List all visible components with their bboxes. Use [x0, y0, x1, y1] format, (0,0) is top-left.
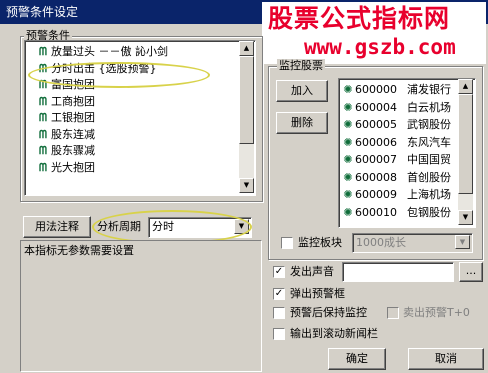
watermark-text: 股票公式指标网	[268, 4, 451, 33]
condition-item[interactable]: ᗰ 股东连减	[35, 127, 235, 144]
formula-icon: ᗰ	[39, 160, 47, 174]
stock-name: 东风汽车	[407, 135, 451, 149]
stock-name: 中国国贸	[407, 153, 451, 166]
stock-name: 上海机场	[407, 188, 451, 201]
stock-item[interactable]: ✺ 600007 中国国贸	[341, 151, 459, 169]
stock-name: 白云机场	[407, 100, 451, 114]
stock-name: 包钢股份	[407, 205, 451, 219]
highlight-ellipse	[28, 62, 210, 88]
sound-file-input[interactable]	[342, 262, 454, 282]
condition-label: 工银抱团	[51, 111, 95, 124]
stock-code: 600006	[355, 135, 397, 149]
watermark-url: www.gszb.com	[304, 35, 456, 59]
stock-code: 600004	[355, 100, 397, 114]
conditions-scrollbar[interactable]: ▲ ▼	[239, 41, 254, 193]
formula-icon: ᗰ	[39, 111, 47, 124]
formula-icon: ᗰ	[39, 45, 47, 58]
condition-label: 放量过头 －－傲 訫小剑	[51, 45, 168, 58]
stock-bullet-icon: ✺	[343, 135, 353, 149]
scroll-news-checkbox[interactable]	[273, 328, 285, 340]
condition-label: 股东连减	[51, 127, 95, 141]
stock-item[interactable]: ✺ 600000 浦发银行	[341, 81, 459, 99]
cancel-button[interactable]: 取消	[408, 348, 484, 370]
stock-bullet-icon: ✺	[343, 100, 353, 114]
description-text: 本指标无参数需要设置	[24, 244, 134, 257]
stock-item[interactable]: ✺ 600009 上海机场	[341, 186, 459, 204]
condition-label: 光大抱团	[51, 160, 95, 174]
sector-value: 1000成长	[356, 236, 406, 249]
condition-item[interactable]: ᗰ 光大抱团	[35, 160, 235, 177]
ok-button[interactable]: 确定	[328, 348, 386, 370]
stock-bullet-icon: ✺	[343, 205, 353, 219]
keep-monitor-label: 预警后保持监控	[290, 306, 367, 319]
condition-label: 工商抱团	[51, 94, 95, 108]
stock-name: 武钢股份	[407, 118, 451, 131]
add-stock-button[interactable]: 加入	[276, 80, 328, 102]
stock-items: ✺ 600000 浦发银行 ✺ 600004 白云机场 ✺ 600005 武钢股份 ✺ 600006…	[341, 81, 459, 221]
formula-icon: ᗰ	[39, 127, 47, 141]
popup-checkbox[interactable]: ✓	[273, 288, 285, 300]
condition-item[interactable]: ᗰ 工商抱团	[35, 94, 235, 111]
window-title: 预警条件设定	[6, 5, 79, 19]
stock-bullet-icon: ✺	[343, 83, 353, 96]
condition-item[interactable]: ᗰ 工银抱团	[35, 110, 235, 127]
formula-icon: ᗰ	[39, 144, 47, 157]
stock-item[interactable]: ✺ 600008 首创股份	[341, 169, 459, 187]
stock-name: 浦发银行	[407, 83, 451, 96]
sector-select[interactable]: 1000成长 ▼	[352, 233, 473, 253]
stock-bullet-icon: ✺	[343, 153, 353, 166]
chevron-down-icon[interactable]: ▼	[455, 235, 470, 249]
stock-item[interactable]: ✺ 600010 包钢股份	[341, 204, 459, 222]
stock-item[interactable]: ✺ 600004 白云机场	[341, 99, 459, 117]
description-panel: 本指标无参数需要设置	[20, 240, 262, 372]
scroll-thumb[interactable]	[239, 56, 254, 144]
condition-item[interactable]: ᗰ 股东骤减	[35, 143, 235, 160]
browse-button[interactable]: ...	[459, 262, 483, 282]
stock-item[interactable]: ✺ 600005 武钢股份	[341, 116, 459, 134]
sector-check-label: 监控板块	[298, 236, 342, 249]
remove-stock-button[interactable]: 删除	[276, 112, 328, 134]
sell-alert-label: 卖出预警T+0	[403, 306, 470, 319]
condition-label: 股东骤减	[51, 144, 95, 157]
monitor-group-label: 监控股票	[277, 59, 325, 73]
formula-icon: ᗰ	[39, 94, 47, 108]
scroll-down-icon[interactable]: ▼	[458, 210, 473, 225]
sector-checkbox[interactable]	[281, 237, 293, 249]
stock-bullet-icon: ✺	[343, 118, 353, 131]
stock-name: 首创股份	[407, 170, 451, 184]
stock-bullet-icon: ✺	[343, 170, 353, 184]
scroll-up-icon[interactable]: ▲	[239, 41, 254, 56]
scroll-thumb[interactable]	[458, 94, 473, 194]
stock-code: 600010	[355, 205, 397, 219]
stock-item[interactable]: ✺ 600006 东风汽车	[341, 134, 459, 152]
popup-label: 弹出预警框	[290, 287, 345, 300]
stock-code: 600005	[355, 118, 397, 131]
sound-checkbox[interactable]: ✓	[273, 266, 285, 278]
highlight-ellipse-period	[92, 210, 252, 244]
keep-monitor-checkbox[interactable]	[273, 307, 285, 319]
scroll-up-icon[interactable]: ▲	[458, 79, 473, 94]
stock-list[interactable]: ✺ 600000 浦发银行 ✺ 600004 白云机场 ✺ 600005 武钢股份 ✺ 600006…	[338, 78, 476, 228]
usage-notes-button[interactable]: 用法注释	[23, 216, 91, 238]
scroll-news-label: 输出到滚动新闻栏	[290, 327, 378, 340]
condition-item[interactable]: ᗰ 放量过头 －－傲 訫小剑	[35, 44, 235, 61]
stock-scrollbar[interactable]: ▲ ▼	[458, 79, 473, 225]
stock-code: 600007	[355, 153, 397, 166]
scroll-down-icon[interactable]: ▼	[239, 178, 254, 193]
stock-code: 600000	[355, 83, 397, 96]
sound-label: 发出声音	[290, 265, 334, 278]
sell-alert-checkbox[interactable]	[387, 307, 399, 319]
stock-code: 600009	[355, 188, 397, 201]
stock-code: 600008	[355, 170, 397, 184]
stock-bullet-icon: ✺	[343, 188, 353, 201]
